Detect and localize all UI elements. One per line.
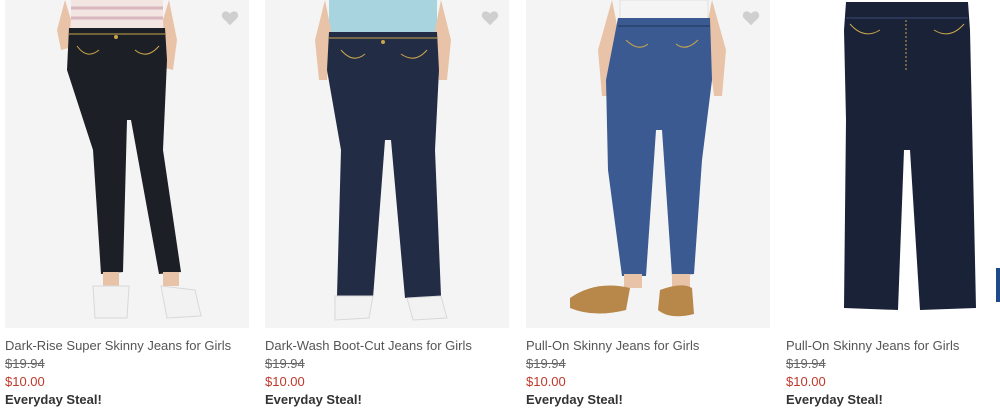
product-name-link[interactable]: Pull-On Skinny Jeans for Girls [526,338,699,353]
sale-price: $10.00 [5,374,45,389]
product-card[interactable]: Pull-On Skinny Jeans for Girls $19.94 $1… [781,0,1000,410]
sale-price: $10.00 [526,374,566,389]
product-card[interactable]: Dark-Wash Boot-Cut Jeans for Girls $19.9… [260,0,510,410]
heart-icon[interactable] [481,10,499,26]
promo-label: Everyday Steal! [526,392,623,407]
product-card[interactable]: Pull-On Skinny Jeans for Girls $19.94 $1… [521,0,771,410]
promo-label: Everyday Steal! [786,392,883,407]
product-image[interactable] [5,0,249,328]
heart-icon[interactable] [742,10,760,26]
product-name-link[interactable]: Pull-On Skinny Jeans for Girls [786,338,959,353]
product-name-link[interactable]: Dark-Wash Boot-Cut Jeans for Girls [265,338,472,353]
product-image[interactable] [526,0,770,328]
original-price: $19.94 [265,356,305,371]
promo-label: Everyday Steal! [5,392,102,407]
original-price: $19.94 [786,356,826,371]
sale-price: $10.00 [786,374,826,389]
product-card[interactable]: Dark-Rise Super Skinny Jeans for Girls $… [0,0,250,410]
heart-icon[interactable] [221,10,239,26]
original-price: $19.94 [5,356,45,371]
product-image[interactable] [786,0,1000,328]
sale-price: $10.00 [265,374,305,389]
product-name-link[interactable]: Dark-Rise Super Skinny Jeans for Girls [5,338,231,353]
promo-label: Everyday Steal! [265,392,362,407]
product-image[interactable] [265,0,509,328]
product-grid: Dark-Rise Super Skinny Jeans for Girls $… [0,0,1000,410]
carousel-next-tab[interactable] [996,268,1000,302]
original-price: $19.94 [526,356,566,371]
